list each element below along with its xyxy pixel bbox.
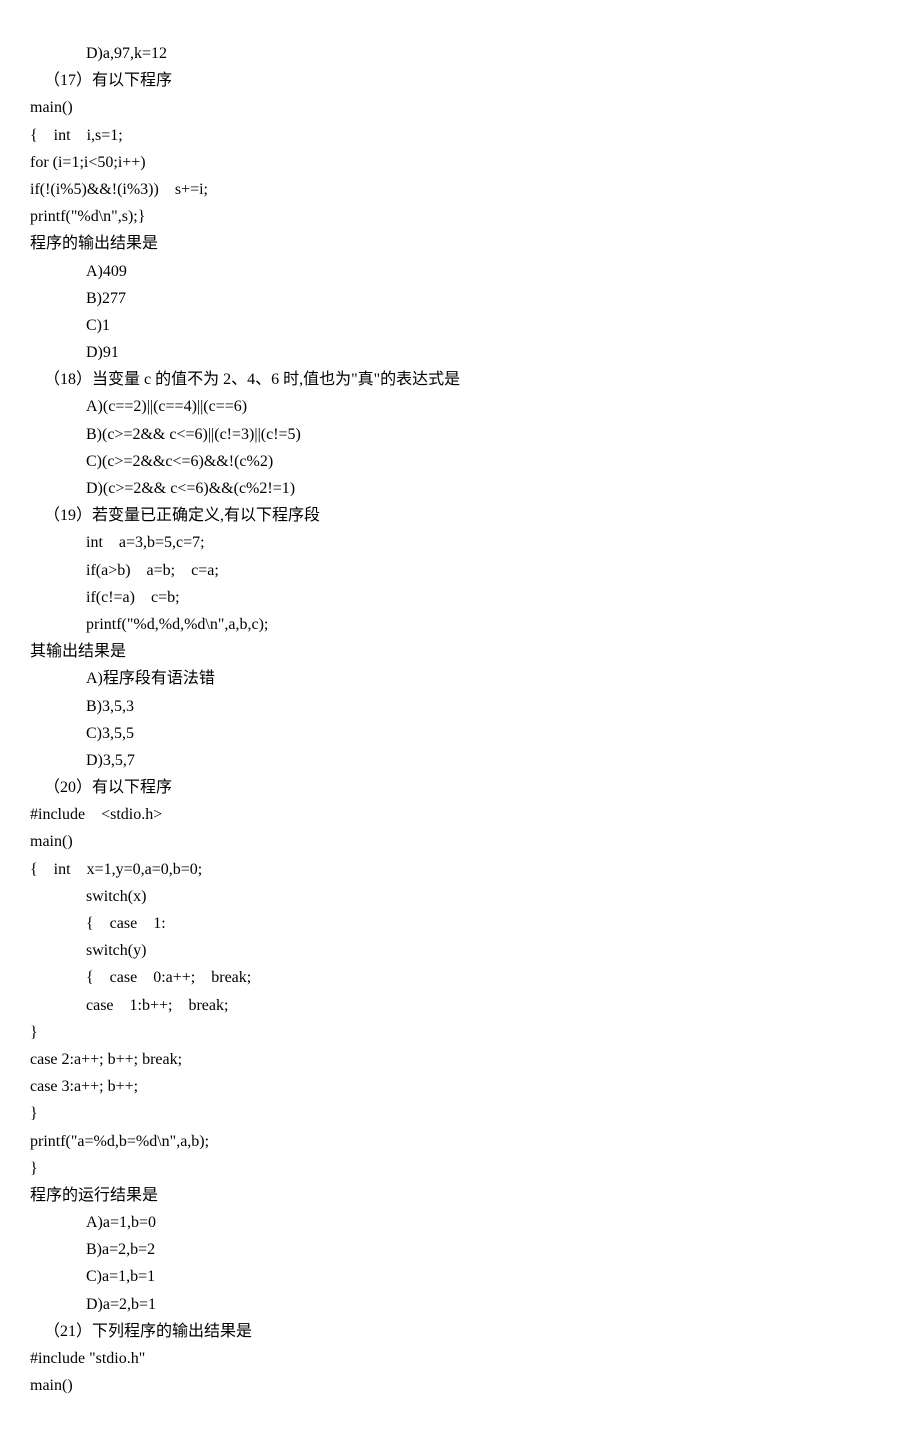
text-line: { case 0:a++; break; <box>30 964 890 991</box>
document-body: D)a,97,k=12（17）有以下程序main(){ int i,s=1;fo… <box>30 40 890 1399</box>
text-line: 程序的输出结果是 <box>30 230 890 257</box>
text-line: main() <box>30 828 890 855</box>
text-line: case 3:a++; b++; <box>30 1073 890 1100</box>
text-line: A)a=1,b=0 <box>30 1209 890 1236</box>
text-line: D)a,97,k=12 <box>30 40 890 67</box>
text-line: main() <box>30 1372 890 1399</box>
text-line: case 2:a++; b++; break; <box>30 1046 890 1073</box>
text-line: if(a>b) a=b; c=a; <box>30 557 890 584</box>
text-line: #include "stdio.h" <box>30 1345 890 1372</box>
text-line: int a=3,b=5,c=7; <box>30 529 890 556</box>
text-line: 程序的运行结果是 <box>30 1182 890 1209</box>
text-line: C)(c>=2&&c<=6)&&!(c%2) <box>30 448 890 475</box>
text-line: { int i,s=1; <box>30 122 890 149</box>
text-line: A)409 <box>30 258 890 285</box>
text-line: { case 1: <box>30 910 890 937</box>
text-line: （21）下列程序的输出结果是 <box>30 1318 890 1345</box>
text-line: （17）有以下程序 <box>30 67 890 94</box>
text-line: D)91 <box>30 339 890 366</box>
text-line: C)a=1,b=1 <box>30 1263 890 1290</box>
text-line: } <box>30 1019 890 1046</box>
text-line: C)3,5,5 <box>30 720 890 747</box>
text-line: if(c!=a) c=b; <box>30 584 890 611</box>
text-line: D)(c>=2&& c<=6)&&(c%2!=1) <box>30 475 890 502</box>
text-line: B)a=2,b=2 <box>30 1236 890 1263</box>
text-line: printf("a=%d,b=%d\n",a,b); <box>30 1128 890 1155</box>
text-line: A)(c==2)||(c==4)||(c==6) <box>30 393 890 420</box>
text-line: for (i=1;i<50;i++) <box>30 149 890 176</box>
text-line: printf("%d\n",s);} <box>30 203 890 230</box>
text-line: C)1 <box>30 312 890 339</box>
text-line: A)程序段有语法错 <box>30 665 890 692</box>
text-line: printf("%d,%d,%d\n",a,b,c); <box>30 611 890 638</box>
text-line: B)3,5,3 <box>30 693 890 720</box>
text-line: B)277 <box>30 285 890 312</box>
text-line: 其输出结果是 <box>30 638 890 665</box>
text-line: （20）有以下程序 <box>30 774 890 801</box>
text-line: D)a=2,b=1 <box>30 1291 890 1318</box>
text-line: case 1:b++; break; <box>30 992 890 1019</box>
text-line: B)(c>=2&& c<=6)||(c!=3)||(c!=5) <box>30 421 890 448</box>
text-line: { int x=1,y=0,a=0,b=0; <box>30 856 890 883</box>
text-line: } <box>30 1155 890 1182</box>
text-line: （18）当变量 c 的值不为 2、4、6 时,值也为"真"的表达式是 <box>30 366 890 393</box>
text-line: （19）若变量已正确定义,有以下程序段 <box>30 502 890 529</box>
text-line: #include <stdio.h> <box>30 801 890 828</box>
text-line: main() <box>30 94 890 121</box>
text-line: } <box>30 1100 890 1127</box>
text-line: switch(y) <box>30 937 890 964</box>
text-line: if(!(i%5)&&!(i%3)) s+=i; <box>30 176 890 203</box>
text-line: switch(x) <box>30 883 890 910</box>
text-line: D)3,5,7 <box>30 747 890 774</box>
